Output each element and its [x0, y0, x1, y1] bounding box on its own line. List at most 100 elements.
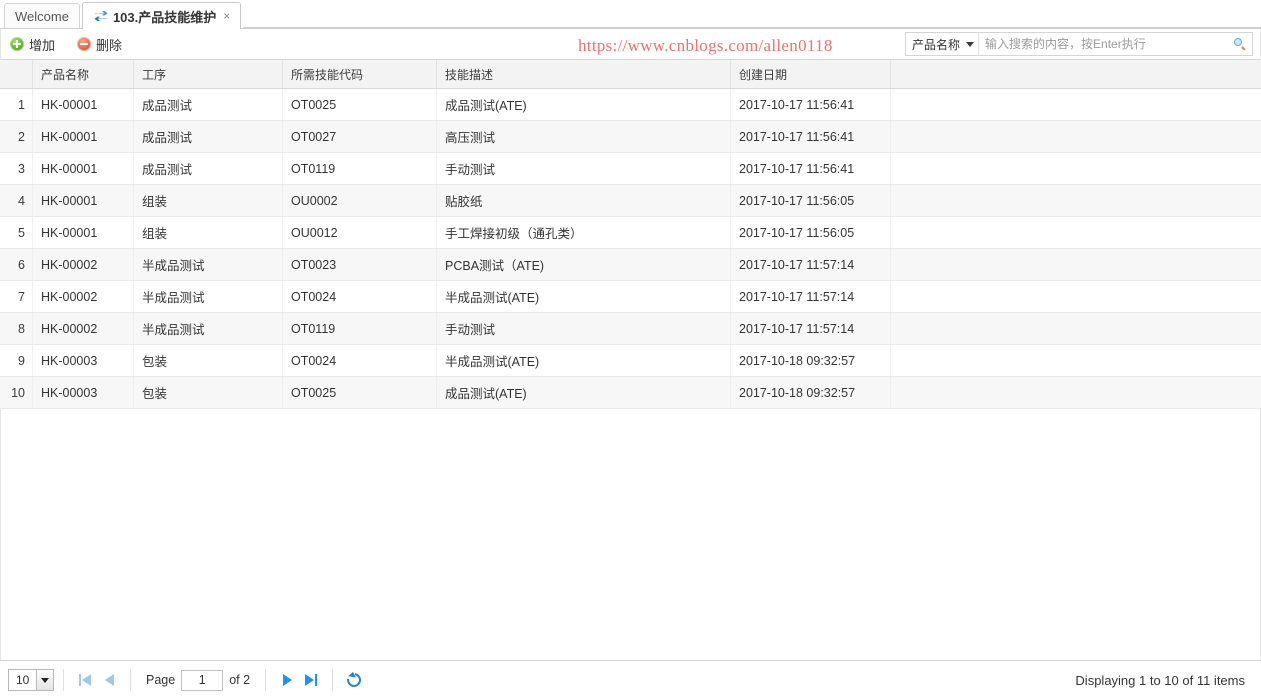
column-header-skill-code[interactable]: 所需技能代码 — [283, 60, 437, 88]
next-page-icon — [282, 674, 292, 686]
cell-proc: 半成品测试 — [134, 313, 283, 344]
table-row[interactable]: 1 HK-00001 成品测试 OT0025 成品测试(ATE) 2017-10-17 1… — [0, 89, 1261, 121]
first-page-icon-arrow — [82, 674, 91, 686]
search-input[interactable] — [979, 33, 1228, 55]
cell-num: 8 — [0, 313, 33, 344]
tab-label: 103.产品技能维护 — [112, 9, 217, 25]
cell-desc: 成品测试(ATE) — [437, 377, 731, 408]
tab-bar: Welcome 103.产品技能维护 × — [0, 0, 1261, 29]
cell-desc: 高压测试 — [437, 121, 731, 152]
cell-proc: 半成品测试 — [134, 249, 283, 280]
cell-code: OT0119 — [283, 313, 437, 344]
page-size-select[interactable]: 10 — [8, 669, 54, 691]
pager-bar: 10 Page of 2 Displaying 1 to 10 of 11 it… — [0, 660, 1261, 699]
table-row[interactable]: 5 HK-00001 组装 OU0012 手工焊接初级（通孔类） 2017-10-17 1… — [0, 217, 1261, 249]
cell-name: HK-00002 — [33, 313, 134, 344]
tab-bar-filler — [243, 1, 1261, 28]
last-page-icon-bar — [315, 674, 318, 686]
cell-date: 2017-10-17 11:56:41 — [731, 153, 891, 184]
cell-code: OT0023 — [283, 249, 437, 280]
chevron-down-icon — [966, 41, 975, 47]
table-row[interactable]: 7 HK-00002 半成品测试 OT0024 半成品测试(ATE) 2017-10-17… — [0, 281, 1261, 313]
cell-date: 2017-10-17 11:56:05 — [731, 185, 891, 216]
column-header-skill-desc[interactable]: 技能描述 — [437, 60, 731, 88]
cell-desc: 成品测试(ATE) — [437, 89, 731, 120]
cell-proc: 组装 — [134, 185, 283, 216]
page-number-input[interactable] — [181, 669, 224, 691]
cell-date: 2017-10-18 09:32:57 — [731, 345, 891, 376]
cell-filler — [891, 217, 1261, 248]
cell-num: 2 — [0, 121, 33, 152]
delete-circle-icon — [77, 37, 92, 51]
cell-num: 4 — [0, 185, 33, 216]
cell-code: OU0012 — [283, 217, 437, 248]
search-icon — [1234, 38, 1246, 50]
cell-desc: 半成品测试(ATE) — [437, 281, 731, 312]
pager-separator — [265, 669, 267, 691]
cell-proc: 成品测试 — [134, 89, 283, 120]
cell-desc: 贴胶纸 — [437, 185, 731, 216]
first-page-icon — [79, 674, 81, 686]
cell-filler — [891, 185, 1261, 216]
cell-name: HK-00001 — [33, 89, 134, 120]
add-button[interactable]: 增加 — [10, 35, 55, 54]
add-button-label: 增加 — [29, 37, 56, 53]
cell-name: HK-00001 — [33, 121, 134, 152]
cell-code: OT0119 — [283, 153, 437, 184]
tab-welcome[interactable]: Welcome — [4, 3, 80, 28]
page-label: Page — [146, 673, 176, 687]
cell-num: 3 — [0, 153, 33, 184]
toolbar: 增加 删除 https://www.cnblogs.com/allen0118 … — [0, 29, 1261, 60]
pager-separator — [130, 669, 131, 691]
close-icon[interactable]: × — [223, 10, 230, 22]
table-row[interactable]: 10 HK-00003 包装 OT0025 成品测试(ATE) 2017-10-18 09… — [0, 377, 1261, 409]
cell-name: HK-00003 — [33, 345, 134, 376]
last-page-icon — [305, 674, 315, 686]
cell-name: HK-00003 — [33, 377, 134, 408]
prev-page-button[interactable] — [97, 669, 121, 691]
cell-proc: 成品测试 — [134, 153, 283, 184]
column-header-create-date[interactable]: 创建日期 — [731, 60, 891, 88]
cell-desc: 手工焊接初级（通孔类） — [437, 217, 731, 248]
cell-desc: 手动测试 — [437, 313, 731, 344]
cell-name: HK-00001 — [33, 217, 134, 248]
table-row[interactable]: 3 HK-00001 成品测试 OT0119 手动测试 2017-10-17 11:56:… — [0, 153, 1261, 185]
cell-filler — [891, 89, 1261, 120]
delete-button-label: 删除 — [96, 37, 123, 53]
first-page-button[interactable] — [73, 669, 97, 691]
table-row[interactable]: 8 HK-00002 半成品测试 OT0119 手动测试 2017-10-17 11:57… — [0, 313, 1261, 345]
cell-filler — [891, 153, 1261, 184]
cell-code: OT0024 — [283, 281, 437, 312]
next-page-button[interactable] — [275, 669, 299, 691]
cell-name: HK-00001 — [33, 153, 134, 184]
table-row[interactable]: 2 HK-00001 成品测试 OT0027 高压测试 2017-10-17 11:56:… — [0, 121, 1261, 153]
table-row[interactable]: 4 HK-00001 组装 OU0002 贴胶纸 2017-10-17 11:56:05 — [0, 185, 1261, 217]
chevron-down-icon[interactable] — [36, 670, 53, 690]
cell-name: HK-00002 — [33, 249, 134, 280]
cell-proc: 成品测试 — [134, 121, 283, 152]
cell-num: 7 — [0, 281, 33, 312]
page-total-label: of 2 — [229, 673, 251, 687]
column-header-rownum — [0, 60, 33, 88]
table-row[interactable]: 9 HK-00003 包装 OT0024 半成品测试(ATE) 2017-10-18 09… — [0, 345, 1261, 377]
watermark-url: https://www.cnblogs.com/allen0118 — [578, 36, 833, 55]
search-button[interactable] — [1228, 33, 1252, 55]
refresh-button[interactable] — [342, 669, 366, 691]
pager-separator — [63, 669, 64, 691]
search-field-selector[interactable]: 产品名称 — [906, 33, 980, 55]
table-row[interactable]: 6 HK-00002 半成品测试 OT0023 PCBA测试（ATE) 2017-10-1… — [0, 249, 1261, 281]
cell-date: 2017-10-17 11:57:14 — [731, 313, 891, 344]
delete-button[interactable]: 删除 — [77, 35, 122, 54]
cell-date: 2017-10-18 09:32:57 — [731, 377, 891, 408]
tab-product-skill-maintenance[interactable]: 103.产品技能维护 × — [81, 2, 242, 29]
cell-num: 10 — [0, 377, 33, 408]
cell-filler — [891, 249, 1261, 280]
cell-num: 9 — [0, 345, 33, 376]
cell-filler — [891, 313, 1261, 344]
cell-code: OT0024 — [283, 345, 437, 376]
last-page-button[interactable] — [299, 669, 323, 691]
cell-desc: 手动测试 — [437, 153, 731, 184]
column-header-product-name[interactable]: 产品名称 — [33, 60, 134, 88]
column-header-process[interactable]: 工序 — [134, 60, 283, 88]
cell-proc: 包装 — [134, 377, 283, 408]
